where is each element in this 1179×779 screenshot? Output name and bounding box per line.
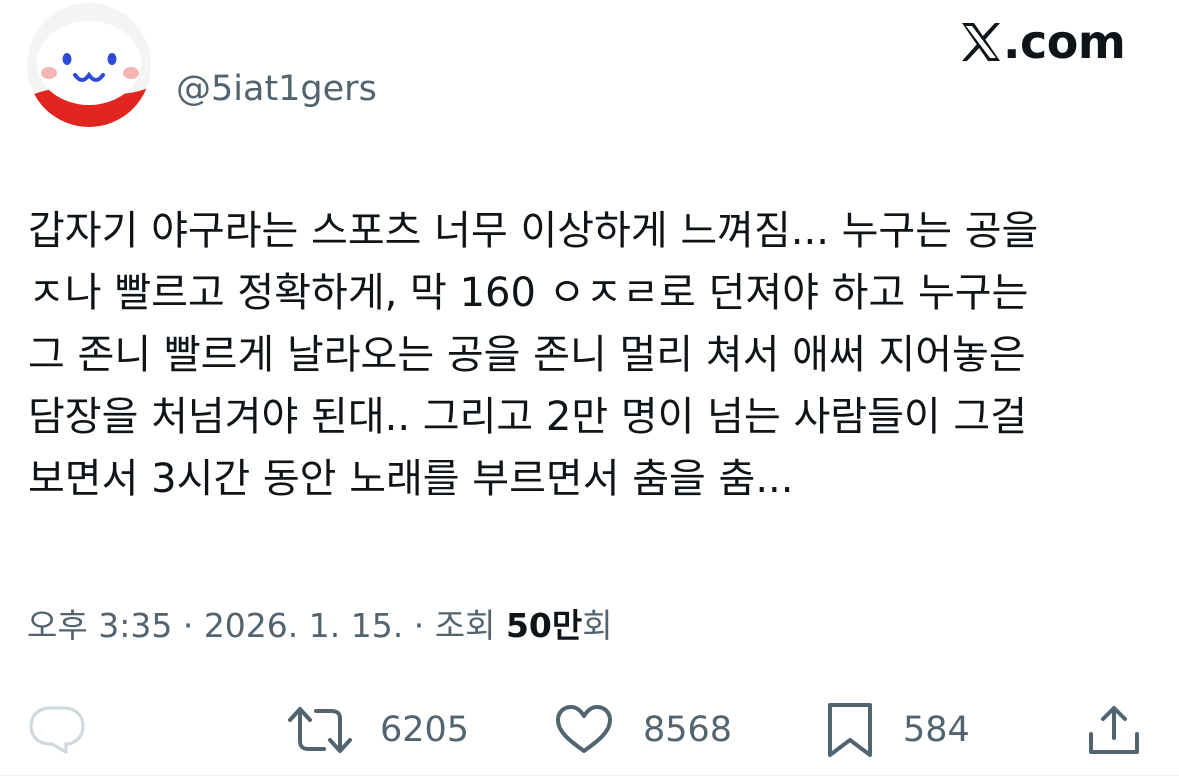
meta-separator: · [403, 606, 435, 645]
views-count: 50만 [505, 606, 583, 645]
tweet-date[interactable]: 2026. 1. 15. [204, 606, 403, 645]
bookmark-icon [828, 703, 872, 757]
tweet-line: 담장을 처넘겨야 된대.. 그리고 2만 명이 넘는 사람들이 그걸 [28, 394, 1027, 440]
share-button[interactable] [1088, 700, 1140, 760]
tweet-meta: 오후 3:35 · 2026. 1. 15. · 조회 50만회 [27, 603, 613, 649]
retweet-icon [288, 707, 352, 753]
tweet-text: 갑자기 야구라는 스포츠 너무 이상하게 느껴짐... 누구는 공을 ㅈ나 빨르… [28, 200, 1153, 510]
reply-icon [29, 706, 85, 754]
site-logo: .com [960, 14, 1126, 70]
tweet-line: 보면서 3시간 동안 노래를 부르면서 춤을 춤... [28, 456, 794, 502]
tweet-line: ㅈ나 빨르고 정확하게, 막 160 ㅇㅈㄹ로 던져야 하고 누구는 [28, 270, 1029, 316]
bookmark-count: 584 [903, 710, 970, 750]
x-logo-icon [962, 23, 1000, 61]
tweet-time[interactable]: 오후 3:35 [27, 606, 172, 645]
retweet-count: 6205 [380, 710, 470, 750]
divider [0, 775, 1179, 776]
share-icon [1089, 706, 1139, 754]
heart-icon [556, 705, 612, 753]
tweet-actions: 6205 8568 584 [0, 700, 1179, 760]
avatar[interactable] [27, 3, 151, 127]
like-count: 8568 [643, 710, 733, 750]
smiling-face-avatar-icon [27, 3, 151, 127]
user-handle[interactable]: @5iat1gers [176, 66, 377, 112]
like-button[interactable]: 8568 [555, 700, 732, 760]
site-domain: .com [1003, 15, 1126, 69]
views-label: 조회 [434, 606, 496, 645]
tweet-line: 그 존니 빨르게 날라오는 공을 존니 멀리 쳐서 애써 지어놓은 [28, 332, 1026, 378]
bookmark-button[interactable]: 584 [827, 700, 970, 760]
views-suffix: 회 [582, 606, 613, 645]
tweet-line: 갑자기 야구라는 스포츠 너무 이상하게 느껴짐... 누구는 공을 [28, 208, 1039, 254]
retweet-button[interactable]: 6205 [288, 700, 469, 760]
meta-separator: · [172, 606, 204, 645]
reply-button[interactable] [28, 700, 86, 760]
